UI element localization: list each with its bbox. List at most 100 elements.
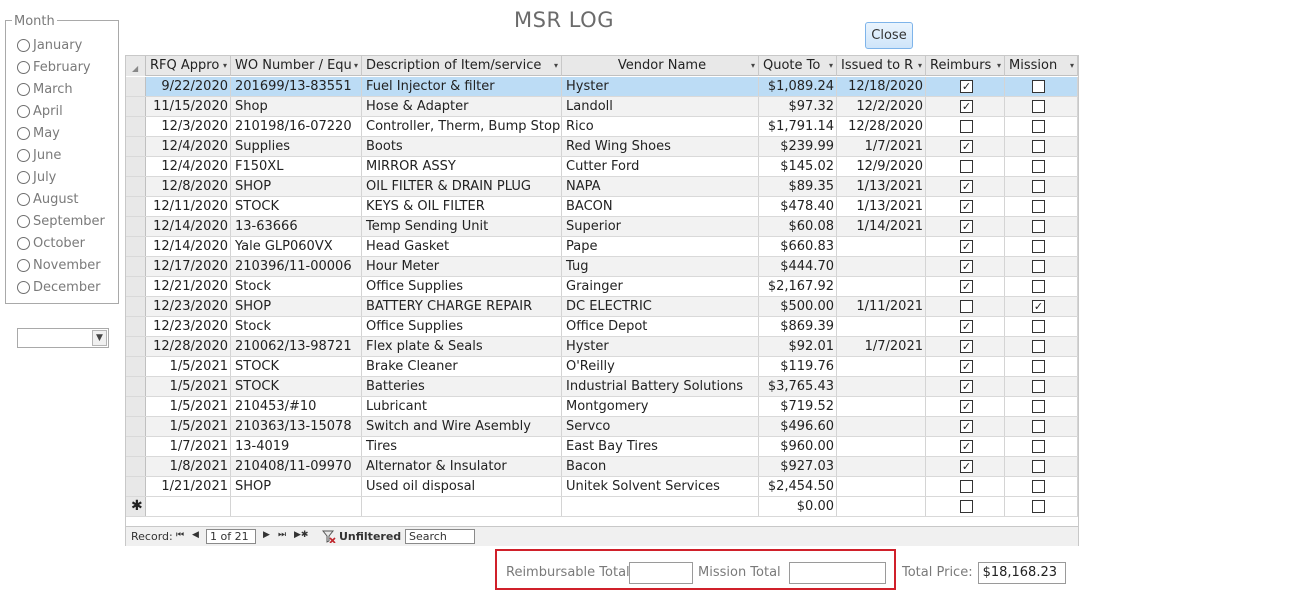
sort-filter-arrow-icon[interactable]: ▾ [997,56,1001,76]
radio-button[interactable] [17,192,30,206]
mission-checkbox[interactable] [1032,180,1045,193]
reimbursable-checkbox[interactable] [960,120,973,133]
radio-button[interactable] [17,38,30,52]
filter-icon[interactable] [322,530,336,543]
cell-description[interactable]: Hour Meter [362,257,562,276]
cell-quote-total[interactable]: $2,454.50 [759,477,837,496]
cell-issued-to-requester[interactable] [837,317,926,336]
cell-wo-number[interactable]: STOCK [231,377,362,396]
reimbursable-checkbox[interactable]: ✓ [960,380,973,393]
sort-filter-arrow-icon[interactable]: ▾ [354,56,358,76]
cell-wo-number[interactable]: Stock [231,277,362,296]
table-row[interactable]: 12/4/2020 F150XL MIRROR ASSY Cutter Ford $14… [126,157,1078,177]
reimbursable-checkbox[interactable] [960,480,973,493]
cell-wo-number[interactable]: SHOP [231,297,362,316]
next-record-icon[interactable]: ▶ [263,530,270,540]
cell-issued-to-requester[interactable]: 12/28/2020 [837,117,926,136]
reimbursable-checkbox[interactable]: ✓ [960,440,973,453]
cell-vendor-name[interactable]: Red Wing Shoes [562,137,759,156]
month-option-november[interactable]: November [17,256,101,274]
cell-vendor-name[interactable]: Industrial Battery Solutions [562,377,759,396]
cell-vendor-name[interactable]: NAPA [562,177,759,196]
mission-checkbox[interactable] [1032,240,1045,253]
sort-filter-arrow-icon[interactable]: ▾ [1070,56,1074,76]
cell-issued-to-requester[interactable] [837,357,926,376]
mission-checkbox[interactable] [1032,400,1045,413]
cell-quote-total[interactable]: $145.02 [759,157,837,176]
record-selector[interactable] [126,437,146,456]
cell-wo-number[interactable]: 210363/13-15078 [231,417,362,436]
cell-vendor-name[interactable]: Servco [562,417,759,436]
month-option-june[interactable]: June [17,146,61,164]
cell-issued-to-requester[interactable] [837,437,926,456]
radio-button[interactable] [17,148,30,162]
cell-quote-total[interactable]: $239.99 [759,137,837,156]
cell-vendor-name[interactable]: O'Reilly [562,357,759,376]
cell-description[interactable]: BATTERY CHARGE REPAIR [362,297,562,316]
sort-filter-arrow-icon[interactable]: ▾ [554,56,558,76]
cell-issued-to-requester[interactable] [837,397,926,416]
reimbursable-checkbox[interactable]: ✓ [960,420,973,433]
reimbursable-checkbox[interactable]: ✓ [960,340,973,353]
cell-description[interactable]: Temp Sending Unit [362,217,562,236]
table-row[interactable]: 12/21/2020 Stock Office Supplies Grainger $2… [126,277,1078,297]
month-option-july[interactable]: July [17,168,56,186]
cell-quote-total[interactable]: $0.00 [759,497,837,516]
mission-checkbox[interactable] [1032,380,1045,393]
cell-wo-number[interactable]: SHOP [231,477,362,496]
cell-rfq-approved[interactable]: 1/21/2021 [146,477,231,496]
mission-checkbox[interactable] [1032,220,1045,233]
record-selector[interactable] [126,77,146,96]
new-record-row[interactable]: ✱ $0.00 [126,497,1078,517]
record-selector[interactable] [126,257,146,276]
table-row[interactable]: 12/28/2020 210062/13-98721 Flex plate & Se… [126,337,1078,357]
cell-quote-total[interactable]: $719.52 [759,397,837,416]
record-selector[interactable] [126,417,146,436]
reimbursable-checkbox[interactable]: ✓ [960,220,973,233]
sort-filter-arrow-icon[interactable]: ▾ [829,56,833,76]
cell-wo-number[interactable]: 201699/13-83551 [231,77,362,96]
radio-button[interactable] [17,104,30,118]
table-row[interactable]: 12/14/2020 Yale GLP060VX Head Gasket Pape $6… [126,237,1078,257]
reimbursable-checkbox[interactable]: ✓ [960,80,973,93]
mission-checkbox[interactable] [1032,280,1045,293]
mission-checkbox[interactable] [1032,480,1045,493]
cell-rfq-approved[interactable]: 12/23/2020 [146,297,231,316]
month-option-september[interactable]: September [17,212,105,230]
reimbursable-checkbox[interactable]: ✓ [960,460,973,473]
sort-filter-arrow-icon[interactable]: ▾ [751,56,755,76]
total-price-field[interactable]: $18,168.23 [978,562,1066,584]
cell-vendor-name[interactable]: Landoll [562,97,759,116]
cell-wo-number[interactable]: 210062/13-98721 [231,337,362,356]
cell-issued-to-requester[interactable]: 1/13/2021 [837,177,926,196]
cell-description[interactable]: OIL FILTER & DRAIN PLUG [362,177,562,196]
radio-button[interactable] [17,258,30,272]
mission-checkbox[interactable] [1032,320,1045,333]
record-position-input[interactable]: 1 of 21 [206,529,256,544]
mission-checkbox[interactable] [1032,500,1045,513]
cell-wo-number[interactable]: 13-63666 [231,217,362,236]
record-selector[interactable] [126,117,146,136]
cell-vendor-name[interactable]: Bacon [562,457,759,476]
cell-quote-total[interactable]: $1,791.14 [759,117,837,136]
record-selector[interactable] [126,197,146,216]
cell-vendor-name[interactable]: Superior [562,217,759,236]
record-selector[interactable] [126,97,146,116]
cell-rfq-approved[interactable]: 1/5/2021 [146,357,231,376]
cell-vendor-name[interactable]: Cutter Ford [562,157,759,176]
cell-vendor-name[interactable] [562,497,759,516]
cell-issued-to-requester[interactable]: 12/9/2020 [837,157,926,176]
cell-rfq-approved[interactable]: 12/11/2020 [146,197,231,216]
cell-rfq-approved[interactable]: 12/14/2020 [146,237,231,256]
cell-wo-number[interactable] [231,497,362,516]
table-row[interactable]: 12/14/2020 13-63666 Temp Sending Unit Super… [126,217,1078,237]
cell-rfq-approved[interactable]: 1/5/2021 [146,397,231,416]
table-row[interactable]: 12/3/2020 210198/16-07220 Controller, Ther… [126,117,1078,137]
cell-rfq-approved[interactable]: 12/28/2020 [146,337,231,356]
column-header-description[interactable]: Description of Item/service ▾ [362,56,562,76]
cell-description[interactable]: Switch and Wire Asembly [362,417,562,436]
month-option-august[interactable]: August [17,190,79,208]
cell-wo-number[interactable]: Supplies [231,137,362,156]
cell-quote-total[interactable]: $478.40 [759,197,837,216]
mission-total-field[interactable] [789,562,886,584]
